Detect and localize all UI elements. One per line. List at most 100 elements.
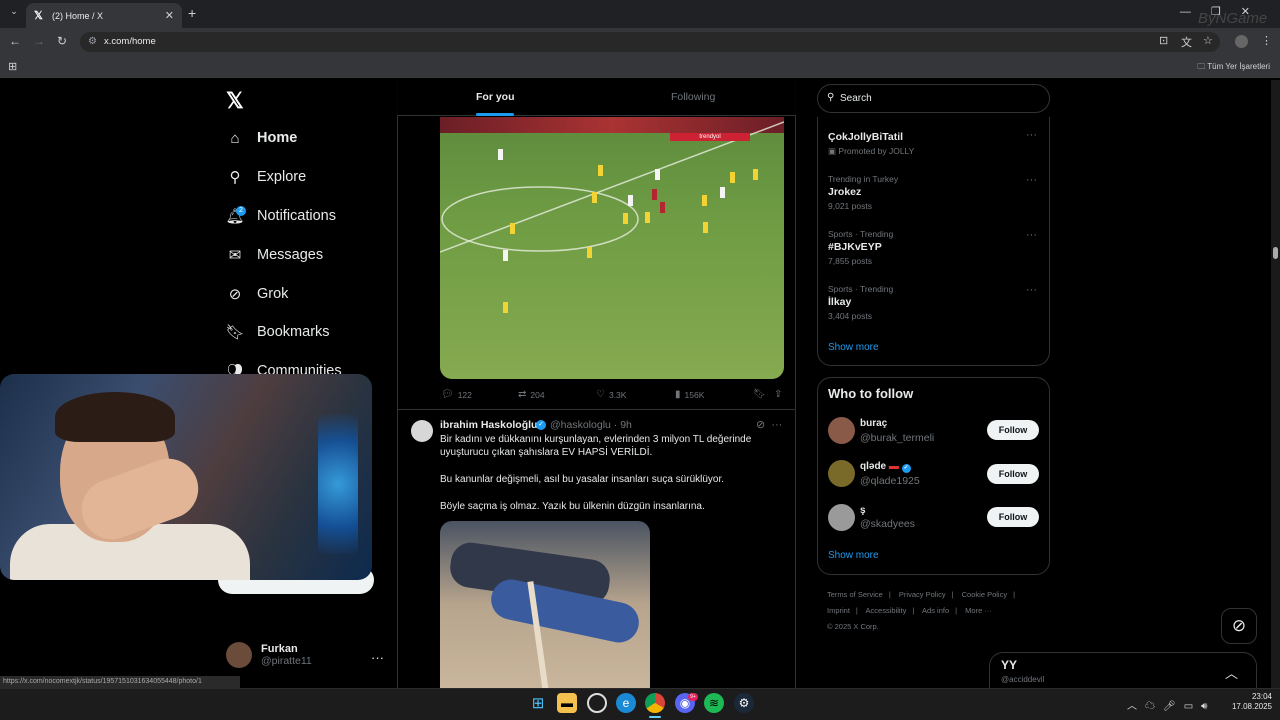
close-tab-icon[interactable]: ✕	[165, 9, 174, 22]
post-author-handle[interactable]: @haskologlu · 9h	[550, 419, 632, 431]
share-icon: ⇪	[774, 389, 783, 400]
window-controls[interactable]: —❐✕	[1180, 5, 1270, 18]
trends-show-more-link[interactable]: Show more	[828, 342, 879, 353]
all-bookmarks-link[interactable]: 🗀 Tüm Yer İşaretleri	[1197, 61, 1270, 75]
translate-icon[interactable]: 文	[1181, 34, 1192, 50]
taskbar-clock[interactable]: 23:04 17.08.2025	[1224, 692, 1272, 712]
system-tray[interactable]: ︿☁🎤︎▭🔊︎	[1127, 697, 1215, 712]
search-input[interactable]: ⚲ Search	[817, 84, 1050, 113]
footer-link[interactable]: Cookie Policy	[962, 590, 1007, 599]
more-dots-icon[interactable]: ···	[1026, 129, 1037, 141]
footer-link[interactable]: Terms of Service	[827, 590, 883, 599]
trend-item[interactable]: Trending in Turkey Jrokez 9,021 posts	[828, 174, 898, 211]
avatar[interactable]	[411, 420, 433, 442]
footer-link[interactable]: More ···	[965, 606, 992, 615]
avatar[interactable]	[828, 417, 855, 444]
more-dots-icon[interactable]: ···	[1026, 284, 1037, 296]
follow-name[interactable]: qləde ▬ ✓	[860, 461, 911, 473]
trend-item[interactable]: ÇokJollyBiTatil ▣ Promoted by JOLLY	[828, 129, 914, 157]
trend-item[interactable]: Sports · Trending İlkay 3,404 posts	[828, 284, 893, 321]
address-bar[interactable]: ⚙ x.com/home	[80, 32, 1220, 52]
grok-float-button[interactable]: ⊘	[1221, 608, 1257, 644]
grok-icon[interactable]: ⊘	[756, 419, 765, 431]
tab-following[interactable]: Following	[671, 91, 715, 103]
footer-link[interactable]: Ads info	[922, 606, 949, 615]
more-dots-icon[interactable]: ···	[1026, 174, 1037, 186]
share-button[interactable]: ⇪	[774, 389, 786, 400]
spotify-icon[interactable]: ≋	[704, 693, 724, 713]
account-switcher[interactable]: Furkan @piratte11	[226, 642, 312, 668]
follow-name[interactable]: buraç	[860, 418, 887, 429]
follow-button[interactable]: Follow	[987, 507, 1039, 527]
more-dots-icon[interactable]: ···	[371, 650, 384, 665]
post-image[interactable]	[440, 521, 650, 688]
trend-title: Jrokez	[828, 186, 862, 198]
avatar[interactable]	[828, 504, 855, 531]
sidebar-item-grok[interactable]: ⊘ Grok	[226, 285, 289, 303]
like-button[interactable]: ♡ 3.3K	[596, 389, 626, 400]
repost-button[interactable]: ⇄ 204	[518, 389, 545, 400]
profile-avatar-icon[interactable]	[1235, 35, 1248, 48]
file-explorer-icon[interactable]: ▬	[557, 693, 577, 713]
new-tab-button[interactable]: +	[188, 5, 196, 21]
apps-grid-icon[interactable]: ⊞	[8, 60, 17, 73]
back-icon[interactable]: ←	[9, 34, 21, 48]
browser-tab[interactable]: 𝕏 (2) Home / X ✕	[26, 3, 182, 28]
feed-tabs: For you Following	[397, 80, 796, 116]
profile-handle: @piratte11	[261, 655, 312, 667]
avatar[interactable]	[828, 460, 855, 487]
star-icon[interactable]: ☆	[1203, 34, 1213, 47]
forward-icon[interactable]: →	[33, 34, 45, 48]
tab-search-button[interactable]: ⌄	[6, 6, 22, 22]
sidebar-item-label: Grok	[257, 286, 289, 302]
follow-name[interactable]: ş	[860, 505, 866, 516]
windows-start-icon[interactable]: ⊞	[528, 693, 548, 713]
scrollbar-thumb[interactable]	[1273, 247, 1278, 259]
url-text: x.com/home	[104, 36, 156, 47]
sidebar-item-home[interactable]: ⌂ Home	[226, 129, 297, 147]
app-circle-icon[interactable]	[587, 693, 607, 713]
post-video[interactable]: trendyol	[440, 117, 784, 379]
tab-for-you[interactable]: For you	[476, 91, 515, 103]
bookmark-button[interactable]: 🔖︎	[753, 389, 770, 400]
page-scrollbar[interactable]	[1271, 80, 1280, 688]
messages-drawer[interactable]: YY @acciddevil ︿	[989, 652, 1257, 692]
steam-icon[interactable]: ⚙	[734, 693, 754, 713]
profile-name: Furkan	[261, 643, 298, 655]
sidebar-item-messages[interactable]: ✉ Messages	[226, 246, 323, 264]
edge-icon[interactable]: e	[616, 693, 636, 713]
football-pitch-graphic	[440, 121, 784, 313]
chevron-up-icon[interactable]: ︿	[1225, 663, 1238, 682]
heart-icon: ♡	[596, 389, 605, 400]
chrome-icon[interactable]	[645, 693, 665, 713]
install-app-icon[interactable]: ⊡	[1159, 34, 1168, 47]
more-dots-icon[interactable]: ···	[1026, 229, 1037, 241]
more-dots-icon[interactable]: ···	[771, 419, 782, 431]
follow-button[interactable]: Follow	[987, 464, 1039, 484]
trend-item[interactable]: Sports · Trending #BJKvEYP 7,855 posts	[828, 229, 893, 266]
reload-icon[interactable]: ↻	[57, 34, 67, 48]
x-logo-icon[interactable]: 𝕏	[226, 88, 244, 114]
follow-button[interactable]: Follow	[987, 420, 1039, 440]
reply-button[interactable]: 💬︎ 122	[441, 389, 472, 400]
trend-meta: Trending in Turkey	[828, 174, 899, 184]
post-author-name[interactable]: ibrahim Haskoloğlu	[440, 419, 537, 431]
post-header-actions[interactable]: ⊘ ···	[756, 418, 782, 431]
site-info-icon[interactable]: ⚙	[88, 32, 97, 52]
x-favicon-icon: 𝕏	[34, 9, 43, 22]
webcam-person-hair	[55, 392, 175, 442]
status-bar-url: https://x.com/nocomextjk/status/19571510…	[0, 676, 240, 688]
views-button[interactable]: ▮ 156K	[675, 389, 704, 400]
trend-title: #BJKvEYP	[828, 241, 882, 253]
footer-link[interactable]: Privacy Policy	[899, 590, 946, 599]
menu-dots-icon[interactable]: ⋮	[1261, 34, 1272, 47]
footer-link[interactable]: Accessibility	[866, 606, 907, 615]
trend-title: ÇokJollyBiTatil	[828, 131, 904, 143]
footer-link[interactable]: Imprint	[827, 606, 850, 615]
stadium-adboard: trendyol	[670, 133, 750, 141]
sidebar-item-bookmarks[interactable]: 🔖︎ Bookmarks	[225, 323, 329, 341]
follow-handle: @qlade1925	[860, 475, 920, 487]
sidebar-item-explore[interactable]: ⚲ Explore	[226, 168, 307, 186]
avatar	[226, 642, 252, 668]
follow-show-more-link[interactable]: Show more	[828, 550, 879, 561]
